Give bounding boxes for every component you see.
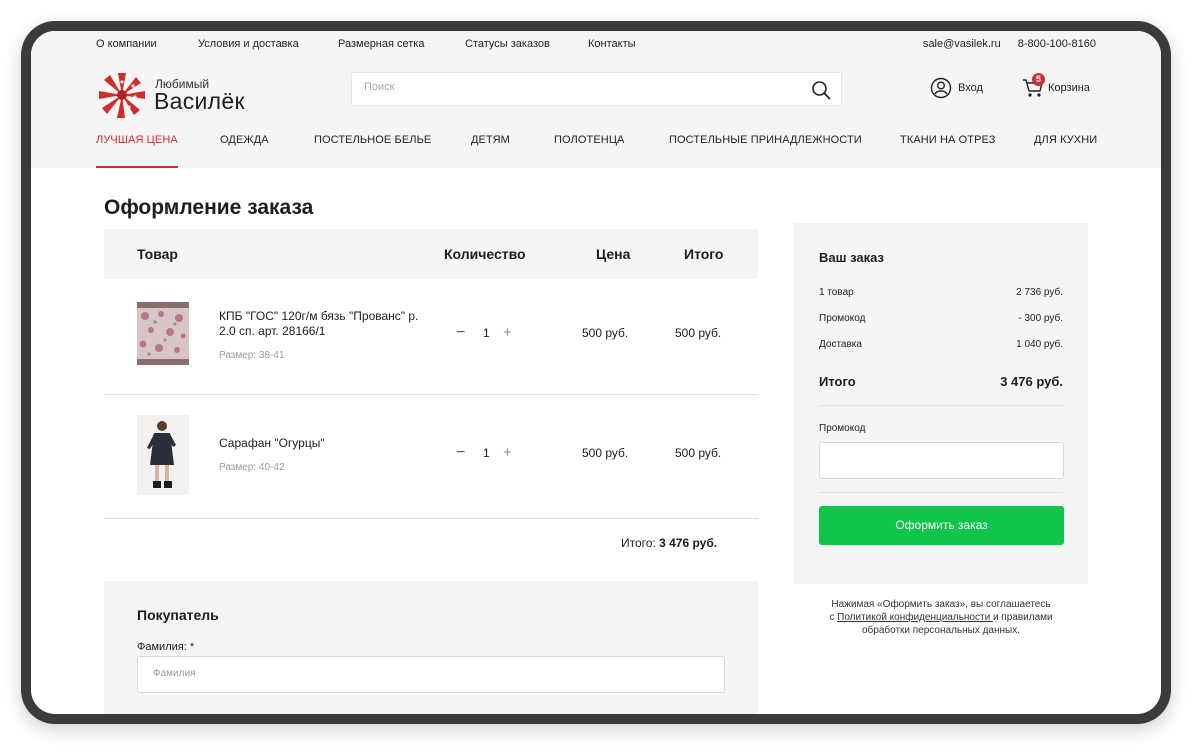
lastname-label: Фамилия: * [137, 641, 195, 653]
quantity-stepper: − 1 + [456, 444, 516, 462]
divider [819, 405, 1063, 406]
agreement-prefix: с [829, 612, 838, 623]
cart-table: Товар Количество Цена Итого КПБ "ГОС" 12… [104, 229, 758, 519]
topbar-link-delivery[interactable]: Условия и доставка [198, 38, 299, 50]
grand-total-value: 3 476 руб. [659, 536, 718, 550]
header-price: Цена [596, 246, 631, 262]
summary-total-label: Итого [819, 374, 856, 389]
lastname-field[interactable] [153, 668, 653, 679]
qty-value: 1 [483, 446, 490, 460]
privacy-policy-link[interactable]: Политикой конфиденциальности [837, 612, 993, 623]
product-total: 500 руб. [675, 326, 722, 340]
cornflower-logo-icon [99, 73, 145, 118]
topbar-link-about[interactable]: О компании [96, 38, 157, 50]
topbar-link-sizes[interactable]: Размерная сетка [338, 38, 424, 50]
promo-code-input[interactable] [830, 453, 1050, 468]
agreement-line-3: обработки персональных данных. [861, 625, 1021, 636]
promo-field-box [819, 442, 1064, 479]
nav-item-best-price[interactable]: ЛУЧШАЯ ЦЕНА [96, 134, 178, 168]
product-image-dress[interactable] [137, 415, 189, 495]
product-total: 500 руб. [675, 446, 722, 460]
topbar-phone[interactable]: 8-800-100-8160 [1018, 38, 1096, 50]
divider [819, 492, 1063, 493]
cart-grand-total: Итого: 3 476 руб. [621, 536, 717, 550]
cart-label: Корзина [1048, 82, 1090, 94]
header-total: Итого [684, 246, 724, 262]
cart-table-header: Товар Количество Цена Итого [104, 229, 758, 279]
order-summary: Ваш заказ 1 товар 2 736 руб. Промокод - … [794, 223, 1088, 584]
summary-line-label: 1 товар [819, 287, 854, 298]
nav-item-bed-linen[interactable]: ПОСТЕЛЬНОЕ БЕЛЬЕ [314, 134, 431, 168]
qty-minus-button[interactable]: − [456, 444, 465, 462]
summary-title: Ваш заказ [819, 250, 884, 265]
promo-label: Промокод [819, 423, 866, 434]
product-price: 500 руб. [582, 326, 629, 340]
main-nav: ЛУЧШАЯ ЦЕНА ОДЕЖДА ПОСТЕЛЬНОЕ БЕЛЬЕ ДЕТЯ… [96, 134, 1097, 168]
login-button[interactable]: Вход [930, 77, 990, 99]
summary-line-label: Промокод [819, 313, 866, 324]
screen: О компании Условия и доставка Размерная … [31, 31, 1161, 714]
search-icon[interactable] [811, 80, 831, 100]
logo-brand: Василёк [154, 88, 245, 114]
nav-item-clothing[interactable]: ОДЕЖДА [220, 134, 269, 168]
buyer-section: Покупатель Фамилия: * [104, 581, 758, 714]
header-product: Товар [137, 246, 178, 262]
page-title: Оформление заказа [104, 196, 314, 219]
summary-total-value: 3 476 руб. [1000, 374, 1063, 389]
search-box [351, 72, 842, 106]
nav-item-kids[interactable]: ДЕТЯМ [471, 134, 510, 168]
summary-total: Итого 3 476 руб. [819, 374, 1063, 389]
cart-row: КПБ "ГОС" 120г/м бязь "Прованс" р. 2.0 с… [104, 279, 758, 395]
user-area: Вход 5 Корзина [896, 73, 1096, 99]
site-header: О компании Условия и доставка Размерная … [31, 31, 1161, 168]
user-icon [930, 77, 952, 99]
lastname-field-box [137, 656, 725, 693]
nav-item-bedding[interactable]: ПОСТЕЛЬНЫЕ ПРИНАДЛЕЖНОСТИ [669, 134, 862, 168]
search-input[interactable] [364, 81, 784, 93]
logo[interactable]: Любимый Василёк [96, 69, 286, 119]
summary-line-value: 1 040 руб. [1016, 339, 1063, 350]
cart-count-badge: 5 [1032, 73, 1045, 86]
buyer-title: Покупатель [137, 607, 219, 623]
agreement-line-2: и правилами [992, 612, 1053, 623]
grand-total-label: Итого: [621, 536, 656, 550]
cart-row: Сарафан "Огурцы" Размер: 40-42 − 1 + 500… [104, 395, 758, 519]
summary-line-promo: Промокод - 300 руб. [819, 313, 1063, 324]
product-image-bedding[interactable] [137, 302, 189, 365]
summary-line-label: Доставка [819, 339, 862, 350]
product-name[interactable]: КПБ "ГОС" 120г/м бязь "Прованс" р. 2.0 с… [219, 309, 429, 339]
place-order-button[interactable]: Оформить заказ [819, 506, 1064, 545]
qty-minus-button[interactable]: − [456, 324, 465, 342]
summary-line-items: 1 товар 2 736 руб. [819, 287, 1063, 298]
product-name[interactable]: Сарафан "Огурцы" [219, 436, 429, 451]
device-frame: О компании Условия и доставка Размерная … [21, 21, 1171, 724]
summary-line-delivery: Доставка 1 040 руб. [819, 339, 1063, 350]
topbar-link-contacts[interactable]: Контакты [588, 38, 636, 50]
nav-item-kitchen[interactable]: ДЛЯ КУХНИ [1034, 134, 1097, 168]
login-label: Вход [958, 82, 983, 94]
agreement-line-1: Нажимая «Оформить заказ», вы соглашаетес… [831, 599, 1051, 610]
product-price: 500 руб. [582, 446, 629, 460]
product-size: Размер: 38-41 [219, 350, 285, 361]
top-bar: О компании Условия и доставка Размерная … [96, 38, 1096, 54]
product-size: Размер: 40-42 [219, 462, 285, 473]
cart-button[interactable]: 5 Корзина [1022, 73, 1096, 99]
agreement-note: Нажимая «Оформить заказ», вы соглашаетес… [794, 598, 1088, 637]
topbar-link-order-status[interactable]: Статусы заказов [465, 38, 550, 50]
summary-line-value: 2 736 руб. [1016, 287, 1063, 298]
qty-plus-button[interactable]: + [503, 444, 512, 461]
nav-item-fabrics[interactable]: ТКАНИ НА ОТРЕЗ [900, 134, 995, 168]
header-qty: Количество [444, 246, 526, 262]
quantity-stepper: − 1 + [456, 324, 516, 342]
qty-plus-button[interactable]: + [503, 324, 512, 341]
qty-value: 1 [483, 326, 490, 340]
topbar-email[interactable]: sale@vasilek.ru [923, 38, 1001, 50]
summary-line-value: - 300 руб. [1018, 313, 1063, 324]
nav-item-towels[interactable]: ПОЛОТЕНЦА [554, 134, 625, 168]
